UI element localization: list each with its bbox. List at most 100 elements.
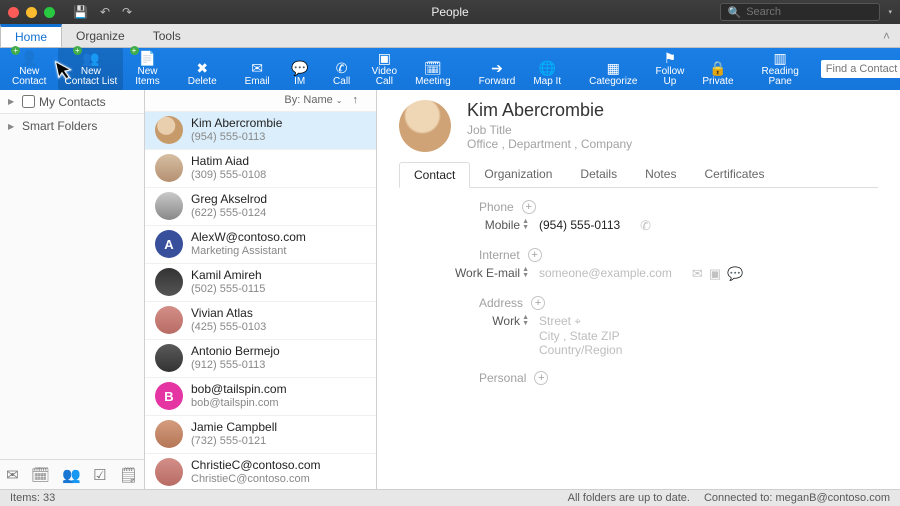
contact-card[interactable]: Vivian Atlas(425) 555-0103 [145,302,376,340]
contact-card[interactable]: Kim Abercrombie(954) 555-0113 [145,112,376,150]
personal-section: Personal + [399,371,878,385]
video-call-button[interactable]: ▣ Video Call [366,48,403,90]
new-contact-label: New Contact [12,67,46,87]
find-contact-input[interactable] [821,60,900,78]
new-contact-button[interactable]: 👤 New Contact [6,48,52,90]
ribbon-tabs: Home Organize Tools ˄ [0,24,900,48]
updown-icon: ▲▼ [522,219,529,231]
people-view-icon[interactable]: 👥 [62,466,81,484]
send-email-icon[interactable]: ✉ [692,266,703,282]
global-search-input[interactable] [746,6,873,18]
email-icon: ✉ [245,59,269,77]
status-bar: Items: 33 All folders are up to date. Co… [0,489,900,506]
contact-name[interactable]: Kim Abercrombie [467,100,632,121]
private-button[interactable]: 🔒 Private [696,48,739,90]
redo-icon[interactable]: ↷ [122,5,132,19]
add-internet-icon[interactable]: + [528,248,542,262]
sort-by-control[interactable]: By: Name ⌄ [284,94,342,106]
office-department-company-field[interactable]: Office , Department , Company [467,137,632,151]
street-field[interactable]: Street [539,314,571,328]
delete-button[interactable]: ✖ Delete [182,48,223,90]
global-search[interactable]: 🔍 [720,3,880,21]
titlebar-menu-icon[interactable]: ▾ [888,8,892,16]
contact-list-header: By: Name ⌄ ↑ [145,90,376,112]
contact-card[interactable]: Antonio Bermejo(912) 555-0113 [145,340,376,378]
add-address-icon[interactable]: + [531,296,545,310]
add-phone-icon[interactable]: + [522,200,536,214]
contact-card[interactable]: Bbob@tailspin.combob@tailspin.com [145,378,376,416]
contact-card[interactable]: Kamil Amireh(502) 555-0115 [145,264,376,302]
email-value[interactable]: someone@example.com [539,266,672,280]
email-button[interactable]: ✉ Email [239,48,276,90]
meeting-label: Meeting [415,77,451,87]
detail-tabs: Contact Organization Details Notes Certi… [399,162,878,188]
avatar [155,154,183,182]
contact-avatar[interactable] [399,100,451,152]
collapse-ribbon-icon[interactable]: ˄ [873,24,900,47]
avatar: A [155,230,183,258]
contact-list-body[interactable]: Kim Abercrombie(954) 555-0113Hatim Aiad(… [145,112,376,489]
call-phone-icon[interactable]: ✆ [640,218,651,234]
city-state-zip-field[interactable]: City , State ZIP [539,329,622,343]
tab-home[interactable]: Home [0,24,62,47]
map-pin-icon[interactable]: ⌖ [574,314,581,328]
tab-organize[interactable]: Organize [62,24,139,47]
sidebar-item-my-contacts[interactable]: ▶ My Contacts [0,90,144,114]
find-contact[interactable] [821,60,900,78]
mail-view-icon[interactable]: ✉ [6,466,19,484]
contact-card[interactable]: Jamie Campbell(732) 555-0121 [145,416,376,454]
tab-tools[interactable]: Tools [139,24,195,47]
forward-button[interactable]: ➔ Forward [473,48,522,90]
contact-name: Kamil Amireh [191,268,265,282]
sync-status: All folders are up to date. [568,492,690,504]
reading-pane-button[interactable]: ▥ Reading Pane [756,48,805,90]
avatar [155,268,183,296]
categorize-button[interactable]: ▦ Categorize [583,48,643,90]
country-field[interactable]: Country/Region [539,343,622,357]
call-button[interactable]: ✆ Call [324,48,360,90]
notes-view-icon[interactable]: 🗒 [119,466,138,484]
email-label: Email [245,77,270,87]
contact-card[interactable]: AAlexW@contoso.comMarketing Assistant [145,226,376,264]
new-contact-list-button[interactable]: 👥 New Contact List [58,48,123,90]
map-it-button[interactable]: 🌐 Map It [527,48,567,90]
detail-tab-contact[interactable]: Contact [399,162,470,188]
chat-icon[interactable]: 💬 [727,266,743,282]
sidebar-item-smart-folders[interactable]: ▶ Smart Folders [0,114,144,138]
detail-tab-notes[interactable]: Notes [631,162,690,187]
phone-type-selector[interactable]: Mobile ▲▼ [399,218,529,232]
meeting-button[interactable]: 🗓 Meeting [409,48,457,90]
close-window-button[interactable] [8,7,19,18]
phone-value[interactable]: (954) 555-0113 [539,218,620,232]
new-items-button[interactable]: 📄 New Items [129,48,165,90]
follow-up-button[interactable]: ⚑ Follow Up [649,48,690,90]
updown-icon: ▲▼ [522,267,529,279]
detail-tab-details[interactable]: Details [566,162,631,187]
internet-section: Internet + Work E-mail ▲▼ someone@exampl… [399,248,878,282]
undo-icon[interactable]: ↶ [100,5,110,19]
contact-card[interactable]: Hatim Aiad(309) 555-0108 [145,150,376,188]
zoom-window-button[interactable] [44,7,55,18]
im-button[interactable]: 💬 IM [282,48,318,90]
sort-direction-toggle[interactable]: ↑ [353,94,359,106]
contact-card[interactable]: Greg Akselrod(622) 555-0124 [145,188,376,226]
call-icon: ✆ [330,59,354,77]
email-type-selector[interactable]: Work E-mail ▲▼ [399,266,529,280]
save-icon[interactable]: 💾 [73,5,88,19]
calendar-view-icon[interactable]: 🗓 [31,466,50,484]
detail-tab-organization[interactable]: Organization [470,162,566,187]
job-title-field[interactable]: Job Title [467,123,632,137]
minimize-window-button[interactable] [26,7,37,18]
contact-card[interactable]: ChristieC@contoso.comChristieC@contoso.c… [145,454,376,489]
my-contacts-checkbox[interactable] [22,95,35,108]
video-chat-icon[interactable]: ▣ [709,266,721,282]
map-it-label: Map It [533,77,561,87]
new-items-icon: 📄 [136,50,160,67]
forward-icon: ➔ [485,59,509,77]
avatar [155,344,183,372]
video-call-label: Video Call [372,67,397,87]
address-type-selector[interactable]: Work ▲▼ [399,314,529,328]
detail-tab-certificates[interactable]: Certificates [690,162,778,187]
add-personal-icon[interactable]: + [534,371,548,385]
tasks-view-icon[interactable]: ☑ [93,466,106,484]
